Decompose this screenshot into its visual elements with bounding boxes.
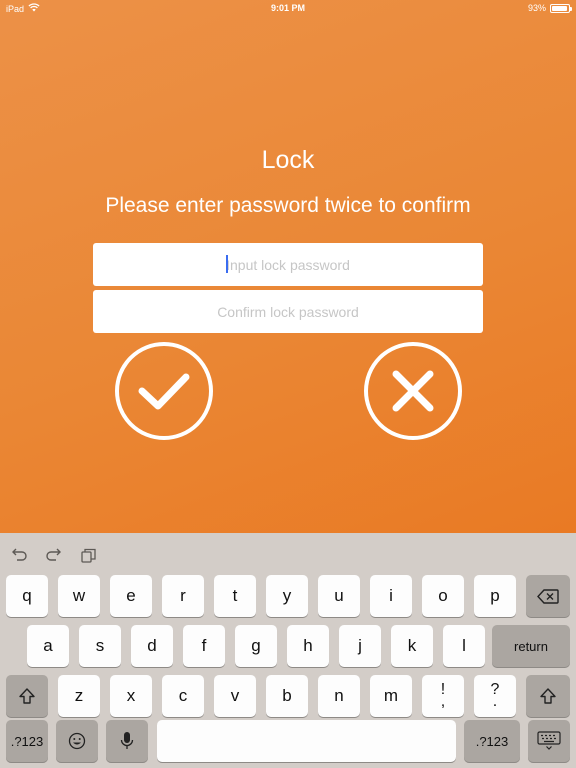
key-j[interactable]: j <box>339 625 381 667</box>
battery-percent: 93% <box>527 3 546 13</box>
numbers-key-left[interactable]: .?123 <box>6 720 48 762</box>
key-p[interactable]: p <box>474 575 516 617</box>
key-period-label: . <box>492 693 498 710</box>
dictation-key[interactable] <box>106 720 148 762</box>
key-h[interactable]: h <box>287 625 329 667</box>
lock-screen: iPad 9:01 PM 93% Lock Please enter passw… <box>0 0 576 533</box>
onscreen-keyboard: q w e r t y u i o p a s d f g h j k l re… <box>0 533 576 768</box>
key-i[interactable]: i <box>370 575 412 617</box>
status-bar: iPad 9:01 PM 93% <box>0 0 576 16</box>
text-cursor <box>226 255 228 273</box>
emoji-key[interactable] <box>56 720 98 762</box>
key-t[interactable]: t <box>214 575 256 617</box>
microphone-icon <box>120 732 134 749</box>
return-key[interactable]: return <box>492 625 570 667</box>
key-f[interactable]: f <box>183 625 225 667</box>
shift-key-left[interactable] <box>6 675 48 717</box>
shift-key-right[interactable] <box>526 675 570 717</box>
key-z[interactable]: z <box>58 675 100 717</box>
numbers-key-right[interactable]: .?123 <box>464 720 520 762</box>
cancel-button[interactable] <box>364 342 462 440</box>
paste-icon[interactable] <box>80 547 98 563</box>
key-b[interactable]: b <box>266 675 308 717</box>
key-o[interactable]: o <box>422 575 464 617</box>
key-s[interactable]: s <box>79 625 121 667</box>
page-subtitle: Please enter password twice to confirm <box>105 194 471 217</box>
key-q[interactable]: q <box>6 575 48 617</box>
battery-icon <box>550 3 572 13</box>
key-v[interactable]: v <box>214 675 256 717</box>
key-question-period[interactable]: ?. <box>474 675 516 717</box>
confirm-button[interactable] <box>115 342 213 440</box>
page-title: Lock <box>261 146 315 174</box>
key-d[interactable]: d <box>131 625 173 667</box>
delete-key[interactable] <box>526 575 570 617</box>
key-k[interactable]: k <box>391 625 433 667</box>
undo-icon[interactable] <box>10 547 28 563</box>
key-exclamation-comma[interactable]: !, <box>422 675 464 717</box>
hide-keyboard-key[interactable] <box>528 720 570 762</box>
key-m[interactable]: m <box>370 675 412 717</box>
shift-icon <box>540 688 556 704</box>
space-key[interactable] <box>157 720 456 762</box>
key-n[interactable]: n <box>318 675 360 717</box>
key-e[interactable]: e <box>110 575 152 617</box>
key-g[interactable]: g <box>235 625 277 667</box>
password-input[interactable] <box>93 243 483 286</box>
emoji-icon <box>68 732 86 750</box>
redo-icon[interactable] <box>45 547 63 563</box>
backspace-icon <box>537 588 559 604</box>
shift-icon <box>19 688 35 704</box>
key-r[interactable]: r <box>162 575 204 617</box>
key-comma-label: , <box>440 693 446 710</box>
confirm-password-input[interactable] <box>93 290 483 333</box>
key-u[interactable]: u <box>318 575 360 617</box>
battery-level <box>552 5 567 11</box>
x-icon <box>392 370 434 412</box>
keyboard-hide-icon <box>537 731 561 750</box>
key-x[interactable]: x <box>110 675 152 717</box>
key-y[interactable]: y <box>266 575 308 617</box>
key-l[interactable]: l <box>443 625 485 667</box>
checkmark-icon <box>138 373 190 410</box>
key-c[interactable]: c <box>162 675 204 717</box>
status-time: 9:01 PM <box>270 3 305 13</box>
key-w[interactable]: w <box>58 575 100 617</box>
key-a[interactable]: a <box>27 625 69 667</box>
